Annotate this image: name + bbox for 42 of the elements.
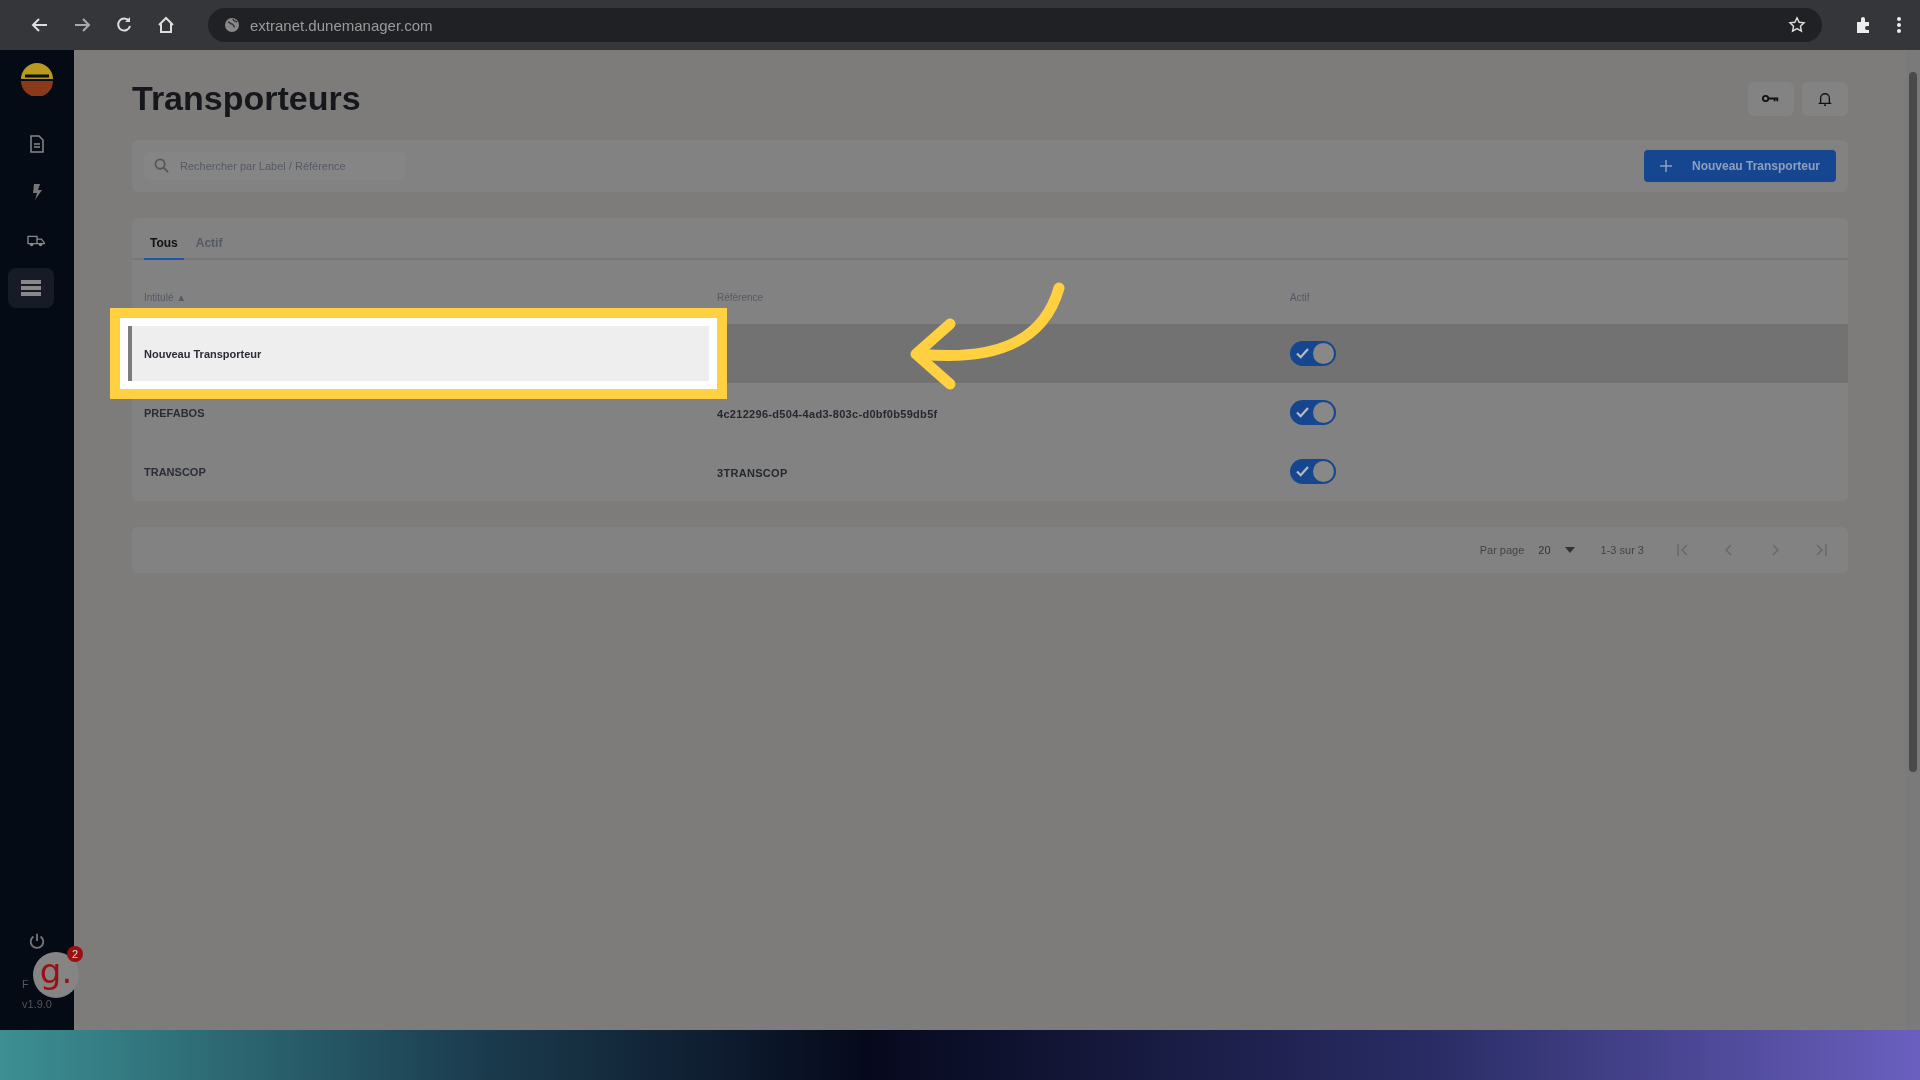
language-label: F xyxy=(22,978,29,990)
url-text: extranet.dunemanager.com xyxy=(250,16,434,34)
logo-icon xyxy=(20,62,54,96)
document-icon xyxy=(27,134,47,154)
table-cell: 3TRANSCOP xyxy=(717,466,788,479)
table-cell: 4c212296-d504-4ad3-803c-d0bf0b59db5f xyxy=(717,407,938,420)
power-icon[interactable] xyxy=(28,932,46,950)
plus-icon xyxy=(1659,160,1672,172)
toggle-switch[interactable] xyxy=(1290,341,1336,366)
table-row[interactable]: PREFABOS 4c212296-d504-4ad3-803c-d0bf0b59db5f xyxy=(132,383,1848,442)
notification-button[interactable] xyxy=(1802,81,1848,116)
key-button[interactable] xyxy=(1748,81,1794,116)
per-page-label: Par page xyxy=(1479,544,1525,556)
address-bar[interactable]: extranet.dunemanager.com xyxy=(208,8,1822,42)
check-icon xyxy=(1296,407,1309,418)
sidebar-item[interactable] xyxy=(8,268,54,308)
version-label: v1.9.0 xyxy=(22,998,52,1010)
toggle-switch[interactable] xyxy=(1290,459,1336,484)
table-cell: PREFABOS xyxy=(144,406,205,419)
list-icon xyxy=(20,278,42,298)
toggle-switch[interactable] xyxy=(1290,400,1336,425)
table-row[interactable]: TRANSCOP 3TRANSCOP xyxy=(132,442,1848,501)
caret-icon xyxy=(1564,547,1575,553)
page-range: 1-3 sur 3 xyxy=(1600,544,1644,556)
reload-icon[interactable] xyxy=(114,15,134,35)
table-row[interactable]: Nouveau Transporteur xyxy=(132,324,1848,383)
bell-icon xyxy=(1818,90,1832,107)
star-icon[interactable] xyxy=(1788,16,1806,34)
home-icon[interactable] xyxy=(156,15,176,35)
search-icon xyxy=(154,158,169,173)
tab[interactable]: Tous xyxy=(144,230,184,260)
notification-count: 2 xyxy=(67,946,83,962)
per-page-select[interactable]: 20 xyxy=(1538,544,1575,556)
globe-icon xyxy=(224,17,240,33)
menu-icon[interactable] xyxy=(1896,15,1902,35)
check-icon xyxy=(1296,466,1309,477)
new-carrier-button[interactable]: Nouveau Transporteur xyxy=(1643,150,1836,182)
check-icon xyxy=(1296,348,1309,359)
page-title: Transporteurs xyxy=(132,79,361,118)
table-cell: Nouveau Transporteur xyxy=(144,347,262,360)
table-cell: TRANSCOP xyxy=(144,465,206,478)
key-icon xyxy=(1762,93,1780,104)
